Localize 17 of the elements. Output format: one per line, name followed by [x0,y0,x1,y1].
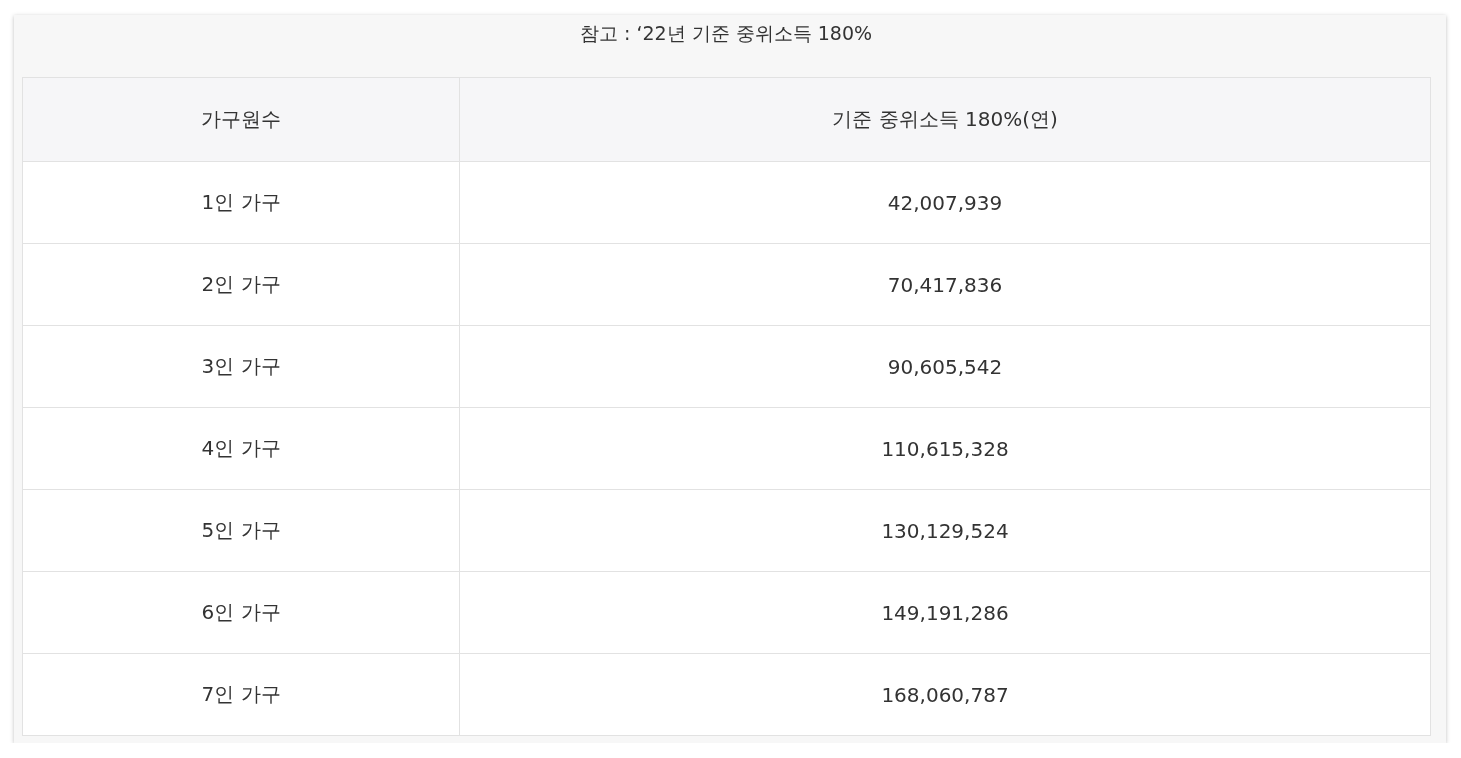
table-cell: 42,007,939 [459,161,1431,244]
table-cell: 1인 가구 [22,161,460,244]
column-header: 가구원수 [22,77,460,162]
table-cell: 149,191,286 [459,571,1431,654]
table-cell: 5인 가구 [22,489,460,572]
table-cell: 4인 가구 [22,407,460,490]
table-cell: 7인 가구 [22,653,460,736]
table-cell: 70,417,836 [459,243,1431,326]
column-header: 기준 중위소득 180%(연) [459,77,1431,162]
table-cell: 2인 가구 [22,243,460,326]
table-caption: 참고 : ‘22년 기준 중위소득 180% [578,21,874,46]
table-cell: 3인 가구 [22,325,460,408]
table-cell: 6인 가구 [22,571,460,654]
table-cell: 110,615,328 [459,407,1431,490]
table-cell: 90,605,542 [459,325,1431,408]
table-cell: 130,129,524 [459,489,1431,572]
table-cell: 168,060,787 [459,653,1431,736]
